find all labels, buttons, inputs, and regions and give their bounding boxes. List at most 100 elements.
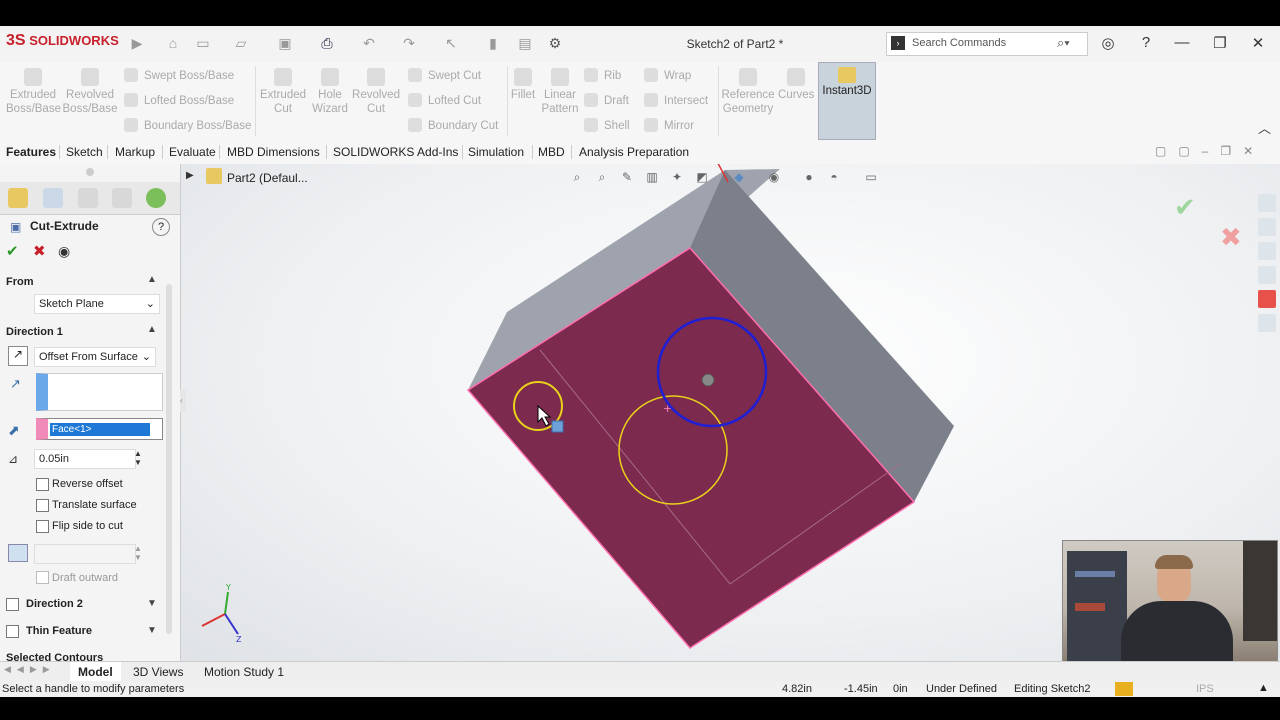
preview-eye-icon[interactable]: ◉ bbox=[58, 243, 70, 260]
resources-home-icon[interactable] bbox=[1258, 194, 1276, 212]
from-dropdown[interactable]: Sketch Plane ⌄ bbox=[34, 294, 160, 314]
revolved-boss-button[interactable]: Revolved Boss/Base bbox=[62, 68, 118, 116]
panel-splitter-handle[interactable]: ‹ bbox=[180, 390, 186, 412]
tab-features[interactable]: Features bbox=[0, 140, 62, 164]
configuration-manager-icon[interactable] bbox=[78, 188, 98, 208]
offset-spinner-icon[interactable]: ▲ ▼ bbox=[134, 449, 142, 467]
display-manager-icon[interactable] bbox=[146, 188, 166, 208]
reverse-direction-icon[interactable]: ↗ bbox=[8, 346, 28, 366]
help-icon[interactable]: ? bbox=[1136, 34, 1156, 51]
search-commands-input[interactable]: › Search Commands ⌕▾ bbox=[886, 32, 1088, 56]
tree-expand-icon[interactable]: ▶ bbox=[186, 170, 194, 181]
hide-show-items-icon[interactable]: ◉ bbox=[765, 168, 783, 186]
print-icon[interactable]: ⎙ bbox=[318, 34, 336, 52]
lofted-boss-button[interactable]: Lofted Boss/Base bbox=[124, 93, 234, 107]
help-icon[interactable]: ? bbox=[152, 218, 170, 236]
expand-thin-feature-icon[interactable]: ▼ bbox=[147, 625, 157, 636]
dimxpert-icon[interactable] bbox=[112, 188, 132, 208]
face-selection-field[interactable]: Face<1> bbox=[36, 418, 163, 440]
instant3d-button[interactable]: Instant3D bbox=[818, 62, 876, 140]
extruded-cut-button[interactable]: Extruded Cut bbox=[258, 68, 308, 116]
rebuild-icon[interactable]: ▮ bbox=[484, 34, 502, 52]
tab-sketch[interactable]: Sketch bbox=[60, 140, 109, 164]
tab-analysis-preparation[interactable]: Analysis Preparation bbox=[573, 140, 695, 164]
reverse-offset-checkbox[interactable] bbox=[36, 478, 49, 491]
feature-tree-root[interactable]: Part2 (Defaul... bbox=[227, 171, 308, 185]
close-icon[interactable]: ✕ bbox=[1248, 34, 1268, 52]
rib-button[interactable]: Rib bbox=[584, 68, 621, 82]
lofted-cut-button[interactable]: Lofted Cut bbox=[408, 93, 481, 107]
tab-evaluate[interactable]: Evaluate bbox=[163, 140, 222, 164]
undo-icon[interactable]: ↶ bbox=[360, 34, 378, 52]
swept-cut-button[interactable]: Swept Cut bbox=[408, 68, 481, 82]
display-style-icon[interactable]: ◆ bbox=[730, 168, 748, 186]
edit-appearance-icon[interactable]: ● bbox=[800, 168, 818, 186]
design-library-icon[interactable] bbox=[1258, 218, 1276, 236]
flip-side-checkbox[interactable] bbox=[36, 520, 49, 533]
view-settings-icon[interactable]: ▭ bbox=[862, 168, 880, 186]
window-controls-icons[interactable]: ▢▢–❐✕ bbox=[1155, 144, 1265, 158]
intersect-button[interactable]: Intersect bbox=[644, 93, 708, 107]
offset-distance-input[interactable]: 0.05in bbox=[34, 449, 136, 469]
custom-properties-icon[interactable] bbox=[1258, 314, 1276, 332]
translate-surface-checkbox[interactable] bbox=[36, 499, 49, 512]
cancel-x-icon[interactable]: ✖ bbox=[33, 242, 46, 260]
tab-simulation[interactable]: Simulation bbox=[462, 140, 530, 164]
panel-handle-icon[interactable] bbox=[86, 168, 94, 176]
shell-button[interactable]: Shell bbox=[584, 118, 630, 132]
curves-button[interactable]: Curves bbox=[778, 68, 814, 102]
draft-button[interactable]: Draft bbox=[584, 93, 629, 107]
linear-pattern-button[interactable]: Linear Pattern bbox=[540, 68, 580, 116]
pm-scrollbar[interactable] bbox=[166, 284, 172, 634]
select-icon[interactable]: ↖ bbox=[442, 34, 460, 52]
reference-geometry-button[interactable]: Reference Geometry bbox=[720, 68, 776, 116]
file-properties-icon[interactable]: ▤ bbox=[516, 34, 534, 52]
section-view-icon[interactable]: ▥ bbox=[643, 168, 661, 186]
feature-manager-icon[interactable] bbox=[8, 188, 28, 208]
collapse-direction1-icon[interactable]: ▲ bbox=[147, 324, 157, 335]
solidworks-logo[interactable]: 3S SOLIDWORKS bbox=[6, 32, 119, 50]
tab-mbd-dimensions[interactable]: MBD Dimensions bbox=[221, 140, 326, 164]
drag-handle-icon[interactable] bbox=[701, 373, 715, 387]
save-icon[interactable]: ▣ bbox=[276, 34, 294, 52]
user-account-icon[interactable]: ◎ bbox=[1098, 34, 1118, 52]
previous-view-icon[interactable]: ✎ bbox=[618, 168, 636, 186]
rebuild-status-icon[interactable] bbox=[1115, 682, 1133, 696]
zoom-to-area-icon[interactable]: ⌕ bbox=[593, 168, 611, 186]
revolved-cut-button[interactable]: Revolved Cut bbox=[352, 68, 400, 116]
view-orientation-icon[interactable]: ◩ bbox=[693, 168, 711, 186]
direction2-checkbox[interactable] bbox=[6, 598, 19, 611]
fillet-button[interactable]: Fillet bbox=[509, 68, 537, 102]
home-icon[interactable]: ⌂ bbox=[164, 34, 182, 52]
wrap-button[interactable]: Wrap bbox=[644, 68, 691, 82]
view-palette-icon[interactable] bbox=[1258, 266, 1276, 284]
status-expand-icon[interactable]: ▲ bbox=[1258, 682, 1269, 694]
status-units[interactable]: IPS bbox=[1196, 683, 1214, 695]
restore-icon[interactable]: ❐ bbox=[1210, 34, 1230, 52]
end-condition-dropdown[interactable]: Offset From Surface ⌄ bbox=[34, 347, 156, 367]
tab-3d-views[interactable]: 3D Views bbox=[125, 662, 191, 682]
boundary-boss-button[interactable]: Boundary Boss/Base bbox=[124, 118, 251, 132]
confirm-check-icon[interactable]: ✔ bbox=[1174, 192, 1196, 223]
ok-check-icon[interactable]: ✔ bbox=[6, 242, 19, 260]
expand-direction2-icon[interactable]: ▼ bbox=[147, 598, 157, 609]
minimize-icon[interactable]: — bbox=[1172, 34, 1192, 51]
search-icon[interactable]: ⌕▾ bbox=[1057, 35, 1070, 51]
options-gear-icon[interactable]: ⚙ bbox=[546, 34, 564, 52]
tab-scroll-arrows-icon[interactable]: ◀◀▶▶ bbox=[4, 664, 56, 675]
collapse-ribbon-icon[interactable]: ︿ bbox=[1258, 118, 1271, 137]
dynamic-annotation-icon[interactable]: ✦ bbox=[668, 168, 686, 186]
hole-wizard-button[interactable]: Hole Wizard bbox=[310, 68, 350, 116]
tab-model[interactable]: Model bbox=[70, 662, 121, 682]
new-document-icon[interactable]: ▭ bbox=[194, 34, 212, 52]
appearances-icon[interactable] bbox=[1258, 290, 1276, 308]
open-icon[interactable]: ▱ bbox=[232, 34, 250, 52]
collapse-from-icon[interactable]: ▲ bbox=[147, 274, 157, 285]
direction-vector-field[interactable] bbox=[36, 373, 163, 411]
tab-solidworks-addins[interactable]: SOLIDWORKS Add-Ins bbox=[327, 140, 464, 164]
tab-motion-study-1[interactable]: Motion Study 1 bbox=[196, 662, 292, 682]
file-explorer-icon[interactable] bbox=[1258, 242, 1276, 260]
extruded-boss-button[interactable]: Extruded Boss/Base bbox=[6, 68, 61, 116]
redo-icon[interactable]: ↷ bbox=[400, 34, 418, 52]
mirror-button[interactable]: Mirror bbox=[644, 118, 694, 132]
